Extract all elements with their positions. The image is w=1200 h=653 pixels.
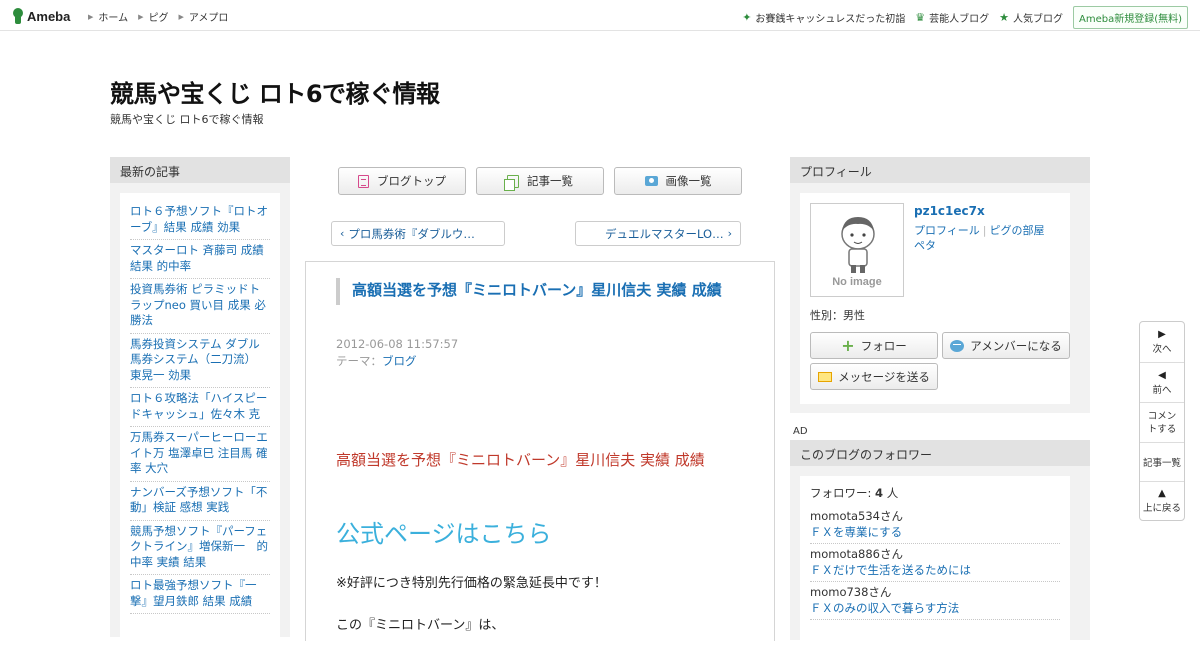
profile-gender: 性別：男性	[810, 309, 865, 322]
recent-article-link[interactable]: ナンバーズ予想ソフト「不動」検証 感想 実践	[130, 482, 270, 521]
header-links: ✦ お賽銭キャッシュレスだった初詣 ♛ 芸能人ブログ ★ 人気ブログ Ameba新規登…	[742, 6, 1188, 29]
follower-name[interactable]: momota534さん	[810, 508, 1060, 524]
floating-nav: ▶ 次へ ◀ 前へ コメントする 記事一覧 ▲ 上に戻る	[1139, 321, 1185, 521]
float-back-to-top-button[interactable]: ▲ 上に戻る	[1140, 482, 1184, 520]
triangle-up-icon: ▲	[1158, 488, 1166, 499]
pages-icon	[504, 174, 519, 191]
article: 高額当選を予想『ミニロトバーン』星川信夫 実績 成績 2012-06-08 11…	[305, 261, 775, 641]
float-next-button[interactable]: ▶ 次へ	[1140, 322, 1184, 363]
chevron-right-icon: ›	[727, 227, 732, 240]
peta-link[interactable]: ペタ	[914, 239, 936, 252]
profile-links: プロフィール | ピグの部屋 ペタ	[914, 223, 1064, 253]
global-header: Ameba ▶ ホーム ▶ ピグ ▶ アメプロ ✦ お賽銭キャッシュレスだった初詣 ♛ 芸…	[0, 0, 1200, 31]
recent-articles-heading: 最新の記事	[110, 157, 290, 183]
follower-name[interactable]: momo738さん	[810, 584, 1060, 600]
follower-count: フォロワー: 4 人	[810, 486, 899, 500]
amember-button[interactable]: アメンバーになる	[942, 332, 1070, 359]
article-paragraph: この『ミニロトバーン』は、	[336, 618, 505, 633]
recent-article-link[interactable]: 万馬券スーパーヒーローエイト万 塩澤卓巳 注目馬 確率 大穴	[130, 427, 270, 482]
follower-blog-link[interactable]: ＦＸを専業にする	[810, 524, 1060, 540]
camera-icon	[644, 176, 658, 186]
follower-blog-link[interactable]: ＦＸのみの収入で暮らす方法	[810, 600, 1060, 616]
ad-label: AD	[793, 426, 808, 437]
blog-top-button[interactable]: ブログトップ	[338, 167, 466, 195]
followers-heading: このブログのフォロワー	[790, 440, 1090, 466]
profile-heading: プロフィール	[790, 157, 1090, 183]
recent-article-link[interactable]: 投資馬券術 ピラミッドトラップneo 買い目 成果 必勝法	[130, 279, 270, 334]
global-nav: ▶ ホーム ▶ ピグ ▶ アメプロ	[88, 9, 228, 25]
followers-panel: このブログのフォロワー フォロワー: 4 人 momota534さん ＦＸを専業…	[790, 440, 1090, 646]
article-paragraph: ※好評につき特別先行価格の緊急延長中です！	[336, 576, 607, 591]
recent-article-link[interactable]: ロト６予想ソフト『ロトオーブ』結果 成績 効果	[130, 201, 270, 240]
article-pager: ‹ プロ馬券術『ダブルウ… デュエルマスターLO… ›	[331, 221, 741, 247]
prev-article-button[interactable]: ‹ プロ馬券術『ダブルウ…	[331, 221, 505, 246]
recent-article-link[interactable]: 競馬予想ソフト『パーフェクトライン』増保新一 的中率 実績 結果	[130, 521, 270, 575]
profile-link[interactable]: プロフィール	[914, 224, 980, 237]
recent-article-link[interactable]: ロト最強予想ソフト『一撃』望月鉄郎 結果 成績	[130, 575, 270, 614]
float-article-list-button[interactable]: 記事一覧	[1140, 443, 1184, 482]
article-list-button[interactable]: 記事一覧	[476, 167, 604, 195]
next-article-button[interactable]: デュエルマスターLO… ›	[575, 221, 741, 246]
chevron-left-icon: ‹	[340, 227, 345, 240]
nav-home[interactable]: ▶ ホーム	[88, 9, 128, 25]
speech-bubble-icon	[950, 339, 965, 352]
crown-icon: ♛	[915, 11, 926, 24]
avatar[interactable]: No image	[810, 203, 904, 297]
star-icon: ★	[999, 11, 1009, 24]
document-icon	[358, 174, 369, 188]
separator: |	[982, 224, 987, 237]
follower-name[interactable]: momota886さん	[810, 546, 1060, 562]
send-message-button[interactable]: メッセージを送る	[810, 363, 938, 390]
image-list-button[interactable]: 画像一覧	[614, 167, 742, 195]
profile-name[interactable]: pz1c1ec7x	[914, 204, 985, 218]
recent-article-link[interactable]: 馬券投資システム ダブル馬券システム（二刀流） 東晃一 効果	[130, 334, 270, 388]
follower-item: momota886さん ＦＸだけで生活を送るためには	[810, 544, 1060, 582]
caret-right-icon: ▶	[88, 12, 94, 21]
nav-amepro[interactable]: ▶ アメプロ	[178, 9, 228, 25]
float-prev-button[interactable]: ◀ 前へ	[1140, 363, 1184, 403]
no-image-label: No image	[832, 276, 882, 288]
signup-button[interactable]: Ameba新規登録(無料)	[1072, 6, 1188, 29]
article-theme-link[interactable]: ブログ	[382, 354, 417, 368]
article-theme: テーマ：ブログ	[336, 354, 417, 368]
followers-list: フォロワー: 4 人 momota534さん ＦＸを専業にする momota88…	[800, 476, 1070, 646]
recent-article-link[interactable]: ロト６攻略法「ハイスピードキャッシュ」佐々木 克	[130, 388, 270, 427]
recent-articles-panel: 最新の記事 ロト６予想ソフト『ロトオーブ』結果 成績 効果 マスターロト 斉藤司…	[110, 157, 290, 653]
blog-title[interactable]: 競馬や宝くじ ロト6で稼ぐ情報	[110, 74, 440, 109]
header-link-news[interactable]: ✦ お賽銭キャッシュレスだった初詣	[742, 10, 905, 25]
recent-article-link[interactable]: マスターロト 斉藤司 成績 結果 的中率	[130, 240, 270, 279]
article-date: 2012-06-08 11:57:57	[336, 337, 459, 351]
follow-button[interactable]: + フォロー	[810, 332, 938, 359]
mail-icon	[818, 371, 833, 382]
follower-blog-link[interactable]: ＦＸだけで生活を送るためには	[810, 562, 1060, 578]
recent-articles-list: ロト６予想ソフト『ロトオーブ』結果 成績 効果 マスターロト 斉藤司 成績 結果…	[120, 193, 280, 653]
plus-icon: +	[841, 335, 855, 355]
article-headline-text: 高額当選を予想『ミニロトバーン』星川信夫 実績 成績	[336, 451, 705, 469]
ameba-logo[interactable]: Ameba	[12, 7, 70, 25]
pigg-room-link[interactable]: ピグの部屋	[990, 224, 1045, 237]
float-comment-button[interactable]: コメントする	[1140, 403, 1184, 443]
header-link-celebrity[interactable]: ♛ 芸能人ブログ	[915, 10, 989, 25]
sparkle-icon: ✦	[742, 11, 752, 24]
triangle-left-icon: ◀	[1158, 369, 1166, 381]
follower-item: momo738さん ＦＸのみの収入で暮らす方法	[810, 582, 1060, 620]
follower-item: momota534さん ＦＸを専業にする	[810, 506, 1060, 544]
header-link-popular[interactable]: ★ 人気ブログ	[999, 10, 1063, 25]
triangle-right-icon: ▶	[1158, 329, 1166, 340]
caret-right-icon: ▶	[138, 12, 144, 21]
official-page-link[interactable]: 公式ページはこちら	[336, 514, 552, 549]
blog-menu: ブログトップ 記事一覧 画像一覧	[338, 167, 742, 195]
ameba-logo-icon	[12, 8, 24, 24]
nav-pigg[interactable]: ▶ ピグ	[138, 9, 168, 25]
caret-right-icon: ▶	[178, 12, 184, 21]
article-title[interactable]: 高額当選を予想『ミニロトバーン』星川信夫 実績 成績	[336, 278, 736, 305]
blog-description: 競馬や宝くじ ロト6で稼ぐ情報	[110, 113, 264, 126]
